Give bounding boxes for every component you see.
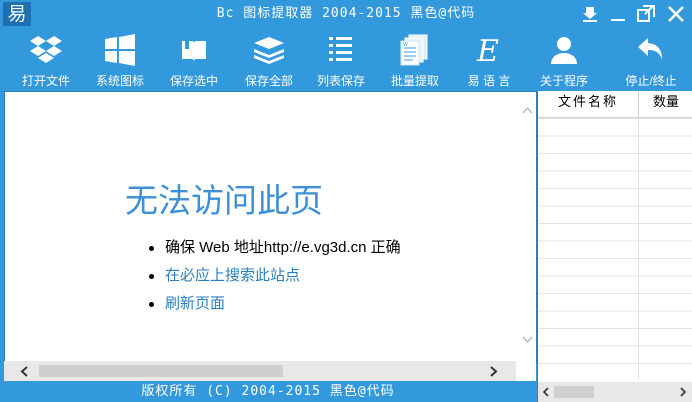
scroll-corner <box>516 361 536 381</box>
toolbar-stop[interactable]: 停止/终止 <box>614 28 688 90</box>
scroll-thumb[interactable] <box>39 365 283 377</box>
toolbar: 打开文件 系统图标 保存选中 保存全部 列表保存 W 批量提取 E 易 语 言 … <box>0 28 692 90</box>
list-item: 确保 Web 地址http://e.vg3d.cn 正确 <box>147 234 401 262</box>
toolbar-label: 系统图标 <box>95 74 144 88</box>
error-title: 无法访问此页 <box>125 182 323 219</box>
user-icon <box>544 32 584 68</box>
minimize-icon[interactable] <box>606 2 630 26</box>
stack-icon <box>249 32 289 68</box>
scroll-left-icon <box>20 366 28 377</box>
toolbar-label: 保存全部 <box>244 74 293 88</box>
status-bar: 版权所有 (C) 2004-2015 黑色@代码 <box>141 384 395 399</box>
toolbar-label: 易 语 言 <box>467 74 511 88</box>
error-suggestions: 确保 Web 地址http://e.vg3d.cn 正确 在必应上搜索此站点 刷… <box>147 234 401 318</box>
documents-icon: W <box>395 32 435 68</box>
svg-text:W: W <box>403 42 408 48</box>
back-arrow-icon <box>631 32 671 68</box>
toolbar-label: 打开文件 <box>21 74 70 88</box>
scroll-down-icon <box>522 336 533 344</box>
toolbar-batch-extract[interactable]: W 批量提取 <box>383 28 447 90</box>
download-icon[interactable] <box>578 2 602 26</box>
scroll-left-icon <box>542 387 549 397</box>
scroll-right-icon <box>680 387 687 397</box>
scroll-thumb[interactable] <box>554 386 594 398</box>
title-bar: 易 Bc 图标提取器 2004-2015 黑色@代码 <box>0 0 692 28</box>
book-icon <box>174 32 214 68</box>
toolbar-open-file[interactable]: 打开文件 <box>14 28 78 90</box>
vertical-scrollbar[interactable] <box>519 92 536 362</box>
toolbar-system-icons[interactable]: 系统图标 <box>88 28 152 90</box>
toolbar-label: 保存选中 <box>169 74 218 88</box>
svg-text:E: E <box>476 34 499 67</box>
toolbar-label: 批量提取 <box>390 74 439 88</box>
list-item[interactable]: 在必应上搜索此站点 <box>147 262 401 290</box>
toolbar-e-language[interactable]: E 易 语 言 <box>457 28 521 90</box>
toolbar-label: 停止/终止 <box>625 74 677 88</box>
suggestion-check-url: 确保 Web 地址http://e.vg3d.cn 正确 <box>165 239 401 256</box>
column-file-name[interactable]: 文件名称 <box>538 91 639 117</box>
close-icon[interactable] <box>664 2 688 26</box>
toolbar-save-all[interactable]: 保存全部 <box>237 28 301 90</box>
windows-icon <box>100 32 140 68</box>
list-icon <box>321 32 361 68</box>
search-bing-link[interactable]: 在必应上搜索此站点 <box>165 267 300 284</box>
toolbar-save-selected[interactable]: 保存选中 <box>162 28 226 90</box>
toolbar-label: 列表保存 <box>316 74 365 88</box>
refresh-page-link[interactable]: 刷新页面 <box>165 295 225 312</box>
dropbox-icon <box>26 32 66 68</box>
app-window: 易 Bc 图标提取器 2004-2015 黑色@代码 打开文件 系统图标 保存选… <box>0 0 692 402</box>
web-view: 无法访问此页 确保 Web 地址http://e.vg3d.cn 正确 在必应上… <box>4 91 537 363</box>
e-language-icon: E <box>469 32 509 68</box>
toolbar-list-save[interactable]: 列表保存 <box>309 28 373 90</box>
toolbar-about[interactable]: 关于程序 <box>532 28 596 90</box>
file-list-grid[interactable] <box>538 118 692 380</box>
horizontal-scrollbar[interactable] <box>4 361 516 381</box>
file-list-panel: 文件名称 数量 <box>537 91 692 402</box>
scroll-right-icon <box>490 366 498 377</box>
toolbar-label: 关于程序 <box>539 74 588 88</box>
list-horizontal-scrollbar[interactable] <box>538 382 692 402</box>
list-header: 文件名称 数量 <box>538 91 692 118</box>
restore-icon[interactable] <box>634 2 658 26</box>
list-item[interactable]: 刷新页面 <box>147 290 401 318</box>
column-count[interactable]: 数量 <box>639 91 692 117</box>
scroll-up-icon <box>522 106 533 114</box>
